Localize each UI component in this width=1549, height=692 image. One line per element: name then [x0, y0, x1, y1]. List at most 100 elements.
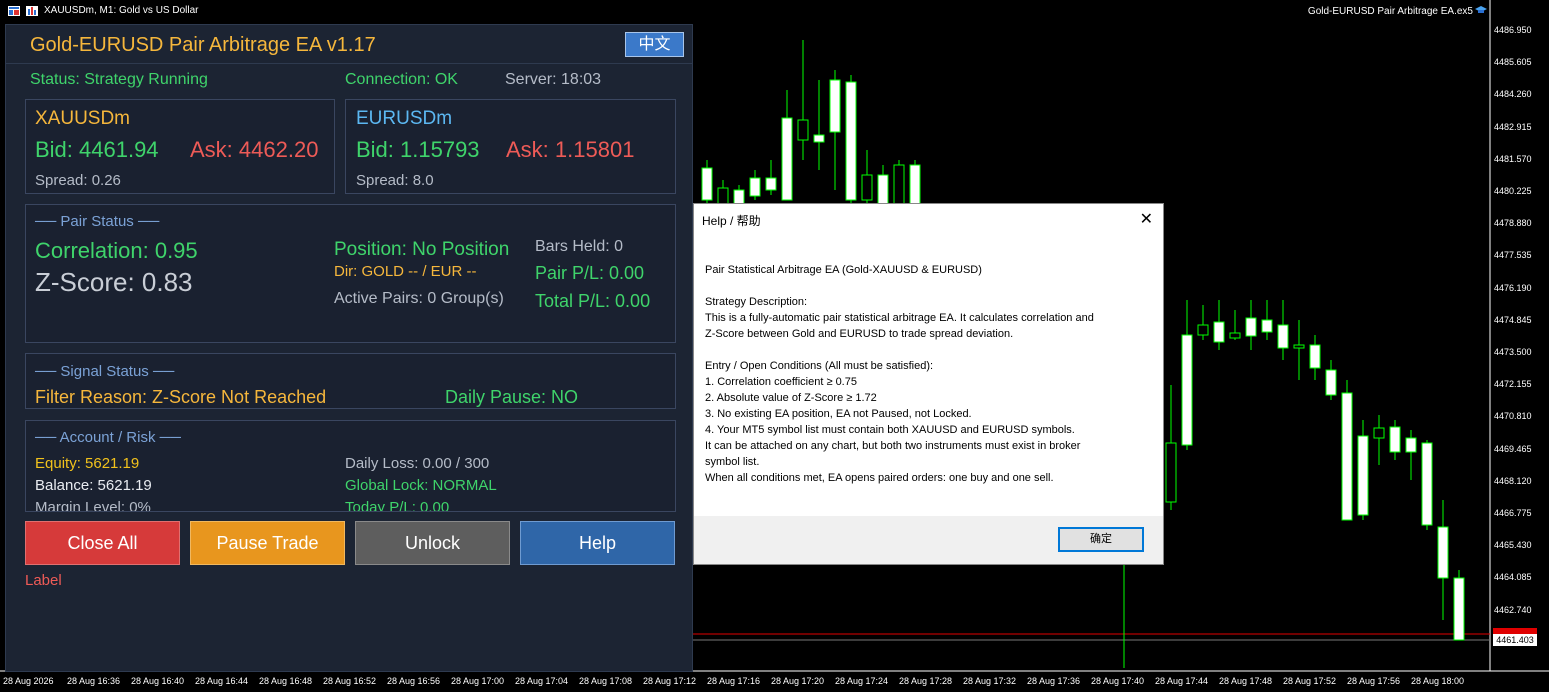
price-axis: 4486.950 4485.605 4484.260 4482.915 4481.570… [1490, 0, 1549, 670]
unlock-button[interactable]: Unlock [355, 521, 510, 565]
chart-type-icon [26, 5, 38, 16]
candle-body [797, 119, 809, 141]
signal-status-section: ── Signal Status ── Filter Reason: Z-Sco… [25, 353, 676, 409]
candle-body [749, 177, 761, 197]
position-status: Position: No Position [334, 239, 510, 260]
candle-body [781, 117, 793, 201]
symbol2-ask: Ask: 1.15801 [506, 137, 635, 162]
symbol2-name: EURUSDm [356, 108, 453, 129]
price-tick-label: 4474.845 [1494, 314, 1532, 325]
time-tick-label: 28 Aug 17:00 [451, 676, 505, 686]
ea-hat-icon[interactable] [1475, 5, 1487, 15]
time-tick-label: 28 Aug 17:04 [515, 676, 569, 686]
price-tick-label: 4470.810 [1494, 411, 1532, 422]
symbol1-bid: Bid: 4461.94 [35, 137, 159, 162]
margin-level: Margin Level: 0% [35, 499, 151, 512]
dialog-title: Help / 帮助 [702, 214, 761, 228]
price-tick-label: 4468.120 [1494, 475, 1532, 486]
dialog-text-line: This is a fully-automatic pair statistic… [705, 312, 1094, 324]
connection-status: Connection: OK [345, 71, 458, 88]
help-button[interactable]: Help [520, 521, 675, 565]
balance-value: Balance: 5621.19 [35, 477, 152, 494]
total-pl: Total P/L: 0.00 [535, 291, 651, 311]
candle-body [1373, 427, 1385, 439]
help-dialog: Help / 帮助 ✕ Pair Statistical Arbitrage E… [693, 203, 1164, 565]
ea-attached-label: Gold-EURUSD Pair Arbitrage EA.ex5 [1307, 6, 1473, 17]
symbol1-ask: Ask: 4462.20 [190, 137, 319, 162]
pair-status-section: ── Pair Status ── Correlation: 0.95 Z-Sc… [25, 204, 676, 343]
candle-body [1181, 334, 1193, 446]
price-tick-label: 4485.605 [1494, 57, 1532, 68]
time-tick-label: 28 Aug 16:56 [387, 676, 441, 686]
ok-button[interactable]: 确定 [1058, 527, 1144, 552]
candle-body [1309, 344, 1321, 369]
price-tick-label: 4466.775 [1494, 508, 1532, 518]
strategy-status: Status: Strategy Running [30, 71, 208, 88]
bars-held: Bars Held: 0 [535, 238, 624, 255]
time-tick-label: 28 Aug 17:12 [643, 676, 697, 686]
language-button[interactable]: 中文 [625, 32, 684, 57]
dialog-text-line: Z-Score between Gold and EURUSD to trade… [705, 328, 1014, 340]
price-tick-label: 4480.225 [1494, 186, 1532, 196]
time-tick-label: 28 Aug 17:08 [579, 676, 633, 686]
active-pairs: Active Pairs: 0 Group(s) [334, 290, 504, 307]
time-tick-label: 28 Aug 17:16 [707, 676, 761, 686]
current-price-marker: 4461.403 [1493, 634, 1537, 646]
time-tick-label: 28 Aug 17:56 [1347, 676, 1401, 686]
candle-body [813, 134, 825, 143]
close-icon[interactable]: ✕ [1140, 209, 1153, 229]
symbol1-name: XAUUSDm [35, 108, 131, 129]
price-tick-label: 4472.155 [1494, 379, 1532, 390]
dialog-text-line: When all conditions met, EA opens paired… [705, 472, 1054, 484]
server-time: Server: 18:03 [505, 71, 602, 88]
candle-body [1405, 437, 1417, 453]
daily-pause: Daily Pause: NO [445, 387, 579, 407]
candle-body [1213, 321, 1225, 343]
symbol2-bid: Bid: 1.15793 [356, 137, 480, 162]
candle-body [1421, 442, 1433, 526]
time-tick-label: 28 Aug 17:52 [1283, 676, 1337, 686]
dialog-text-line: Entry / Open Conditions (All must be sat… [705, 360, 934, 372]
dialog-text-line: Pair Statistical Arbitrage EA (Gold-XAUU… [705, 264, 982, 276]
global-lock: Global Lock: NORMAL [345, 477, 497, 494]
price-tick-label: 4477.535 [1494, 250, 1532, 261]
time-tick-label: 28 Aug 2026 [3, 676, 54, 686]
price-tick-label: 4486.950 [1494, 25, 1532, 35]
price-tick-label: 4469.465 [1494, 443, 1532, 454]
candle-body [1389, 426, 1401, 453]
title-divider [6, 63, 692, 64]
dialog-text-line: It can be attached on any chart, but bot… [705, 440, 1081, 452]
candle-body [861, 174, 873, 201]
candle-body [717, 187, 729, 205]
chart-grid-icon [8, 5, 20, 16]
panel-title: Gold-EURUSD Pair Arbitrage EA v1.17 [30, 34, 376, 56]
close-all-button[interactable]: Close All [25, 521, 180, 565]
time-tick-label: 28 Aug 16:36 [67, 676, 121, 686]
candle-body [1437, 526, 1449, 579]
price-tick-label: 4464.085 [1494, 572, 1532, 583]
price-tick-label: 4482.915 [1494, 121, 1532, 132]
account-risk-section: ── Account / Risk ── Equity: 5621.19 Bal… [25, 420, 676, 512]
dialog-text-line: symbol list. [705, 456, 760, 468]
symbol2-card: EURUSDm Bid: 1.15793 Ask: 1.15801 Spread… [345, 99, 676, 194]
dialog-text-line: 2. Absolute value of Z-Score ≥ 1.72 [705, 392, 877, 404]
dialog-text-line: 3. No existing EA position, EA not Pause… [705, 408, 972, 420]
price-tick-label: 4484.260 [1494, 89, 1532, 100]
pair-pl: Pair P/L: 0.00 [535, 263, 645, 283]
candle-body [1453, 577, 1465, 641]
equity-value: Equity: 5621.19 [35, 455, 140, 472]
dialog-text-line: 1. Correlation coefficient ≥ 0.75 [705, 376, 857, 388]
price-tick-label: 4465.430 [1494, 540, 1532, 551]
candle-body [701, 167, 713, 201]
symbol2-spread: Spread: 8.0 [356, 172, 434, 189]
price-tick-label: 4462.740 [1494, 604, 1532, 615]
time-tick-label: 28 Aug 17:40 [1091, 676, 1145, 686]
dialog-body: Pair Statistical Arbitrage EA (Gold-XAUU… [694, 234, 1163, 516]
chart-window-title: XAUUSDm, M1: Gold vs US Dollar [8, 5, 198, 16]
time-tick-label: 28 Aug 17:28 [899, 676, 953, 686]
time-tick-label: 28 Aug 17:36 [1027, 676, 1081, 686]
pause-trade-button[interactable]: Pause Trade [190, 521, 345, 565]
candle-body [1245, 317, 1257, 337]
time-tick-label: 28 Aug 17:48 [1219, 676, 1273, 686]
candle-body [1197, 324, 1209, 336]
